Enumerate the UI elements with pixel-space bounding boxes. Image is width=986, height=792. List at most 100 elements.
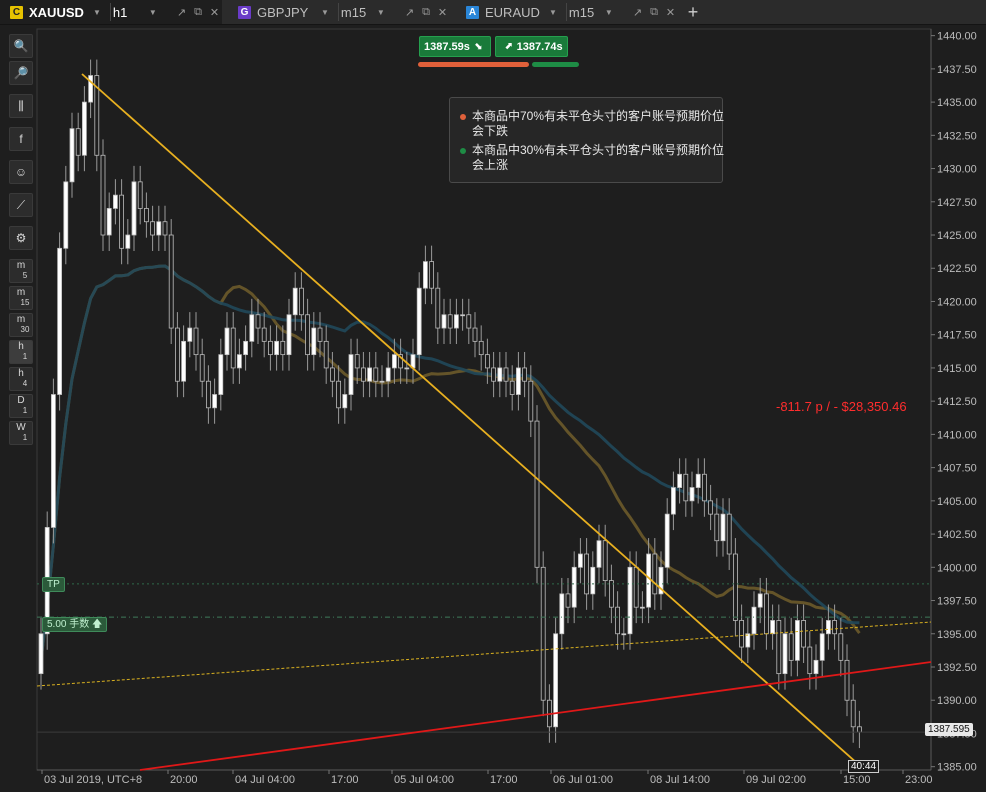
candle-body <box>832 620 837 635</box>
lot-size-tag[interactable]: 5.00 手数 🡅 <box>42 617 108 632</box>
candle-body <box>174 327 180 382</box>
candle-body <box>813 659 819 675</box>
tab-gbpjpy[interactable]: G GBPJPY ▼ m15 ▼ ↗ ⧉ ✕ <box>228 0 450 24</box>
tp-tag[interactable]: TP <box>42 577 65 592</box>
close-icon[interactable]: ✕ <box>210 6 219 19</box>
symbol-dropdown-icon[interactable]: ▼ <box>549 8 557 17</box>
detach-icon[interactable]: ⧉ <box>422 6 430 19</box>
tab-timeframe[interactable]: m15 <box>341 5 375 20</box>
candle-body <box>342 394 348 409</box>
candle-body <box>243 340 249 356</box>
candle-body <box>633 566 639 608</box>
candle-body <box>224 327 230 356</box>
candle-body <box>571 566 577 608</box>
candle-body <box>472 327 478 342</box>
candle-body <box>199 354 205 382</box>
timeframe-dropdown-icon[interactable]: ▼ <box>149 8 157 17</box>
candle-body <box>788 633 794 661</box>
price-tick-label: 1437.50 <box>937 64 977 76</box>
profit-loss-label: -811.7 p / - $28,350.46 <box>776 399 907 414</box>
candle-body <box>187 327 193 342</box>
candle-body <box>689 487 695 502</box>
candle-body <box>255 314 261 329</box>
candle-body <box>565 593 571 608</box>
candle-body <box>664 513 670 568</box>
price-tick-label: 1402.50 <box>937 529 977 541</box>
detach-icon[interactable]: ⧉ <box>650 6 658 19</box>
timeframe-dropdown-icon[interactable]: ▼ <box>605 8 613 17</box>
sell-sentiment-line: 本商品中70%有未平仓头寸的客户账号预期价位会下跌 <box>460 109 727 139</box>
candle-body <box>460 314 466 317</box>
candle-body <box>478 340 484 356</box>
symbol-dropdown-icon[interactable]: ▼ <box>321 8 329 17</box>
tab-symbol: XAUUSD <box>29 4 84 20</box>
candle-body <box>162 221 168 236</box>
buy-sentiment-bar <box>532 62 579 67</box>
lot-size-label: 5.00 手数 <box>47 619 90 630</box>
candle-body <box>298 287 304 316</box>
tab-timeframe[interactable]: h1 <box>113 5 147 20</box>
add-tab-button[interactable]: + <box>683 0 703 24</box>
sell-price-suffix: s <box>463 40 470 53</box>
symbol-dropdown-icon[interactable]: ▼ <box>93 8 101 17</box>
candle-body <box>441 314 447 329</box>
candle-body <box>503 367 509 382</box>
candle-body <box>596 540 602 568</box>
candle-body <box>509 380 515 395</box>
popout-icon[interactable]: ↗ <box>633 6 642 19</box>
tab-euraud[interactable]: A EURAUD ▼ m15 ▼ ↗ ⧉ ✕ <box>456 0 678 24</box>
candle-body <box>720 513 726 542</box>
price-tick-label: 1405.00 <box>937 496 977 508</box>
time-tick-label: 06 Jul 01:00 <box>553 774 613 786</box>
candle-body <box>137 181 143 209</box>
candle-body <box>51 394 56 528</box>
close-icon[interactable]: ✕ <box>666 6 675 19</box>
candle-body <box>826 620 831 635</box>
timeframe-dropdown-icon[interactable]: ▼ <box>377 8 385 17</box>
candle-body <box>516 367 521 395</box>
candle-body <box>416 287 422 356</box>
popout-icon[interactable]: ↗ <box>405 6 414 19</box>
candle-body <box>733 553 738 621</box>
buy-sentiment-line: 本商品中30%有未平仓头寸的客户账号预期价位会上涨 <box>460 143 727 173</box>
detach-icon[interactable]: ⧉ <box>194 6 202 19</box>
buy-sentiment-text: 本商品中30%有未平仓头寸的客户账号预期价位会上涨 <box>472 143 725 172</box>
buy-price-button[interactable]: ⬈ 1387.74 s <box>495 36 568 57</box>
popout-icon[interactable]: ↗ <box>177 6 186 19</box>
tab-timeframe[interactable]: m15 <box>569 5 603 20</box>
candle-body <box>119 194 124 249</box>
time-tick-label: 04 Jul 04:00 <box>235 774 295 786</box>
price-tick-label: 1410.00 <box>937 429 977 441</box>
time-tick-label: 03 Jul 2019, UTC+8 <box>44 774 142 786</box>
price-tick-label: 1395.00 <box>937 629 977 641</box>
candle-body <box>528 380 534 422</box>
candle-body <box>590 566 596 595</box>
candle-body <box>584 553 589 595</box>
candle-body <box>708 500 713 515</box>
candle-body <box>181 340 187 382</box>
sell-dot-icon <box>460 114 466 120</box>
tp-label: TP <box>47 579 60 590</box>
arrow-down-right-icon: ⬊ <box>473 41 483 52</box>
candle-body <box>292 287 298 316</box>
candle-body <box>702 473 707 502</box>
time-tick-label: 20:00 <box>170 774 198 786</box>
current-price-label: 1387.595 <box>925 723 973 736</box>
candle-body <box>422 261 428 289</box>
price-tick-label: 1440.00 <box>937 31 977 43</box>
candle-body <box>857 726 862 733</box>
candle-body <box>677 473 682 488</box>
buy-price-suffix: s <box>556 40 563 53</box>
sell-price-button[interactable]: 1387.59 s ⬊ <box>419 36 492 57</box>
tab-xauusd[interactable]: C XAUUSD ▼ h1 ▼ ↗ ⧉ ✕ <box>0 0 222 24</box>
candle-body <box>522 367 527 382</box>
price-tick-label: 1415.00 <box>937 363 977 375</box>
candle-body <box>640 606 645 609</box>
arrow-up-right-icon: ⬈ <box>504 41 513 52</box>
candle-body <box>100 154 106 236</box>
candle-body <box>447 314 453 329</box>
close-icon[interactable]: ✕ <box>438 6 447 19</box>
candle-body <box>776 620 782 675</box>
candle-body <box>267 340 273 356</box>
candle-body <box>348 354 354 395</box>
